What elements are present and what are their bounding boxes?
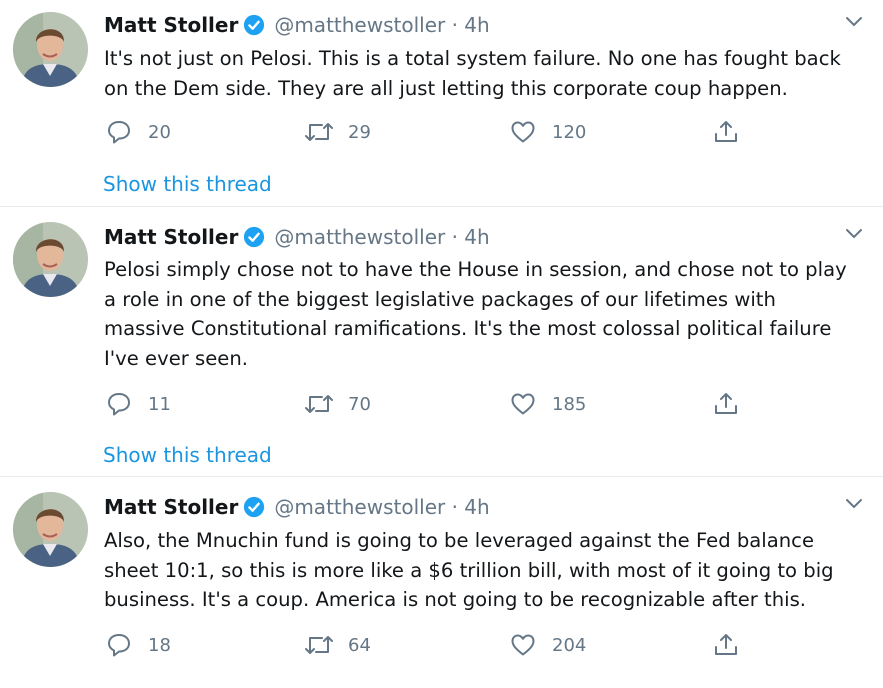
author-name[interactable]: Matt Stoller xyxy=(104,13,238,37)
show-thread-link[interactable]: Show this thread xyxy=(103,172,272,196)
divider xyxy=(0,476,883,477)
reply-button[interactable]: 11 xyxy=(104,389,171,419)
share-button[interactable] xyxy=(711,117,741,147)
reply-icon xyxy=(104,117,134,147)
verified-badge-icon xyxy=(243,14,265,36)
retweet-count: 70 xyxy=(348,393,371,415)
tweet-text: It's not just on Pelosi. This is a total… xyxy=(104,47,841,100)
show-thread-link[interactable]: Show this thread xyxy=(103,443,272,467)
retweet-icon xyxy=(304,117,334,147)
like-button[interactable]: 120 xyxy=(508,117,586,147)
handle-time[interactable]: @matthewstoller · 4h xyxy=(274,13,489,37)
share-icon xyxy=(711,389,741,419)
chevron-down-icon[interactable] xyxy=(843,11,865,33)
retweet-button[interactable]: 64 xyxy=(304,630,371,660)
chevron-down-icon[interactable] xyxy=(843,493,865,515)
action-bar: 11 70 185 xyxy=(104,389,764,419)
retweet-icon xyxy=(304,630,334,660)
retweet-count: 64 xyxy=(348,634,371,656)
heart-icon xyxy=(508,630,538,660)
avatar[interactable] xyxy=(13,12,88,87)
action-bar: 20 29 120 xyxy=(104,117,764,147)
reply-button[interactable]: 20 xyxy=(104,117,171,147)
reply-icon xyxy=(104,389,134,419)
like-count: 120 xyxy=(552,121,587,143)
share-button[interactable] xyxy=(711,389,741,419)
retweet-button[interactable]: 70 xyxy=(304,389,371,419)
chevron-down-icon[interactable] xyxy=(843,223,865,245)
action-bar: 18 64 204 xyxy=(104,630,764,660)
author-name[interactable]: Matt Stoller xyxy=(104,225,238,249)
like-button[interactable]: 185 xyxy=(508,389,586,419)
share-icon xyxy=(711,630,741,660)
share-button[interactable] xyxy=(711,630,741,660)
tweet-text: Also, the Mnuchin fund is going to be le… xyxy=(104,529,834,612)
tweet-text: Pelosi simply chose not to have the Hous… xyxy=(104,258,847,370)
divider xyxy=(0,206,883,207)
retweet-button[interactable]: 29 xyxy=(304,117,371,147)
reply-count: 18 xyxy=(148,634,171,656)
avatar[interactable] xyxy=(13,222,88,297)
reply-count: 11 xyxy=(148,393,171,415)
retweet-count: 29 xyxy=(348,121,371,143)
verified-badge-icon xyxy=(243,496,265,518)
like-count: 204 xyxy=(552,634,587,656)
handle-time[interactable]: @matthewstoller · 4h xyxy=(274,225,489,249)
share-icon xyxy=(711,117,741,147)
avatar[interactable] xyxy=(13,492,88,567)
like-count: 185 xyxy=(552,393,587,415)
reply-count: 20 xyxy=(148,121,171,143)
author-name[interactable]: Matt Stoller xyxy=(104,495,238,519)
tweet-header: Matt Stoller @matthewstoller · 4h xyxy=(104,222,490,252)
verified-badge-icon xyxy=(243,226,265,248)
tweet-header: Matt Stoller @matthewstoller · 4h xyxy=(104,492,490,522)
heart-icon xyxy=(508,117,538,147)
heart-icon xyxy=(508,389,538,419)
reply-button[interactable]: 18 xyxy=(104,630,171,660)
retweet-icon xyxy=(304,389,334,419)
tweet-header: Matt Stoller @matthewstoller · 4h xyxy=(104,10,490,40)
like-button[interactable]: 204 xyxy=(508,630,586,660)
reply-icon xyxy=(104,630,134,660)
handle-time[interactable]: @matthewstoller · 4h xyxy=(274,495,489,519)
